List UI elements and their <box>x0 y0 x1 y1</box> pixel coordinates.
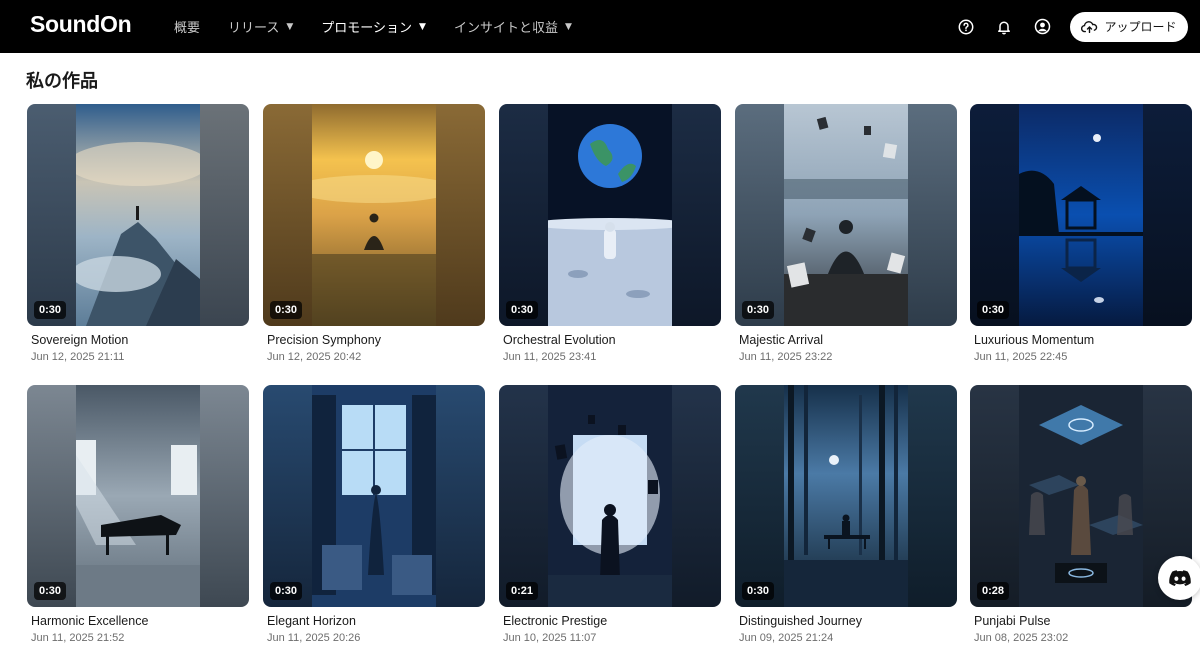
duration-badge: 0:30 <box>742 582 775 600</box>
work-thumbnail[interactable]: 0:30 <box>27 104 249 326</box>
caret-down-icon: ▼ <box>419 21 426 32</box>
work-title[interactable]: Luxurious Momentum <box>974 333 1192 347</box>
help-icon[interactable] <box>956 17 976 37</box>
work-date: Jun 12, 2025 21:11 <box>31 351 125 363</box>
work-title[interactable]: Majestic Arrival <box>739 333 957 347</box>
caret-down-icon: ▼ <box>564 21 572 32</box>
work-card[interactable]: 0:30 Distinguished Journey Jun 09, 2025 … <box>735 385 957 644</box>
work-card[interactable]: 0:28 Punjabi Pulse Jun 08, 2025 23:02 <box>970 385 1192 644</box>
work-thumbnail[interactable]: 0:30 <box>735 104 957 326</box>
nav-item-label: リリース <box>228 21 280 36</box>
work-thumbnail[interactable]: 0:30 <box>263 104 485 326</box>
discord-button[interactable] <box>1158 556 1200 600</box>
nav-item-promotion[interactable]: プロモーション ▼ <box>321 17 426 36</box>
discord-icon <box>1169 569 1191 586</box>
work-thumbnail[interactable]: 0:30 <box>27 385 249 607</box>
work-card[interactable]: 0:30 Luxurious Momentum Jun 11, 2025 22:… <box>970 104 1192 363</box>
work-date: Jun 10, 2025 11:07 <box>503 632 597 644</box>
work-card[interactable]: 0:30 Precision Symphony Jun 12, 2025 20:… <box>263 104 485 363</box>
upload-button-label: アップロード <box>1104 20 1177 34</box>
nav-item-label: プロモーション <box>321 21 413 36</box>
nav-item-label: 概要 <box>174 21 201 36</box>
work-thumbnail[interactable]: 0:21 <box>499 385 721 607</box>
work-thumbnail[interactable]: 0:30 <box>970 104 1192 326</box>
main-nav: 概要 リリース ▼ プロモーション ▼ インサイトと収益 ▼ <box>174 0 600 53</box>
work-card[interactable]: 0:30 Harmonic Excellence Jun 11, 2025 21… <box>27 385 249 644</box>
nav-item-insights-revenue[interactable]: インサイトと収益 ▼ <box>454 17 572 36</box>
work-thumbnail[interactable]: 0:30 <box>263 385 485 607</box>
duration-badge: 0:30 <box>742 301 775 319</box>
work-date: Jun 09, 2025 21:24 <box>739 632 834 644</box>
duration-badge: 0:30 <box>977 301 1010 319</box>
caret-down-icon: ▼ <box>286 21 294 32</box>
work-date: Jun 08, 2025 23:02 <box>974 632 1069 644</box>
duration-badge: 0:30 <box>34 582 67 600</box>
work-thumbnail[interactable]: 0:30 <box>499 104 721 326</box>
header-actions: アップロード <box>956 0 1188 53</box>
work-date: Jun 11, 2025 20:26 <box>267 632 361 644</box>
duration-badge: 0:30 <box>270 582 303 600</box>
duration-badge: 0:21 <box>506 582 539 600</box>
soundon-logo[interactable]: SoundOn <box>30 11 132 38</box>
upload-button[interactable]: アップロード <box>1070 11 1188 42</box>
duration-badge: 0:30 <box>506 301 539 319</box>
work-title[interactable]: Electronic Prestige <box>503 614 721 628</box>
work-title[interactable]: Punjabi Pulse <box>974 614 1192 628</box>
work-card[interactable]: 0:30 Elegant Horizon Jun 11, 2025 20:26 <box>263 385 485 644</box>
duration-badge: 0:28 <box>977 582 1010 600</box>
page-title: 私の作品 <box>26 71 98 92</box>
nav-item-label: インサイトと収益 <box>453 21 558 36</box>
work-title[interactable]: Distinguished Journey <box>739 614 957 628</box>
duration-badge: 0:30 <box>270 301 303 319</box>
duration-badge: 0:30 <box>34 301 67 319</box>
account-icon[interactable] <box>1032 17 1052 37</box>
work-title[interactable]: Precision Symphony <box>267 333 485 347</box>
top-navigation-bar: SoundOn 概要 リリース ▼ プロモーション ▼ インサイトと収益 ▼ ア… <box>0 0 1200 53</box>
work-thumbnail[interactable]: 0:30 <box>735 385 957 607</box>
work-date: Jun 12, 2025 20:42 <box>267 351 362 363</box>
work-card[interactable]: 0:30 Orchestral Evolution Jun 11, 2025 2… <box>499 104 721 363</box>
work-card[interactable]: 0:21 Electronic Prestige Jun 10, 2025 11… <box>499 385 721 644</box>
work-card[interactable]: 0:30 Sovereign Motion Jun 12, 2025 21:11 <box>27 104 249 363</box>
work-title[interactable]: Elegant Horizon <box>267 614 485 628</box>
work-date: Jun 11, 2025 23:22 <box>739 351 833 363</box>
cloud-upload-icon <box>1081 21 1098 33</box>
bell-icon[interactable] <box>994 17 1014 37</box>
work-title[interactable]: Orchestral Evolution <box>503 333 721 347</box>
work-date: Jun 11, 2025 22:45 <box>974 351 1068 363</box>
work-date: Jun 11, 2025 23:41 <box>503 351 597 363</box>
work-title[interactable]: Harmonic Excellence <box>31 614 249 628</box>
work-date: Jun 11, 2025 21:52 <box>31 632 125 644</box>
work-card[interactable]: 0:30 Majestic Arrival Jun 11, 2025 23:22 <box>735 104 957 363</box>
nav-item-overview[interactable]: 概要 <box>174 17 200 36</box>
work-title[interactable]: Sovereign Motion <box>31 333 249 347</box>
nav-item-releases[interactable]: リリース ▼ <box>228 17 293 36</box>
